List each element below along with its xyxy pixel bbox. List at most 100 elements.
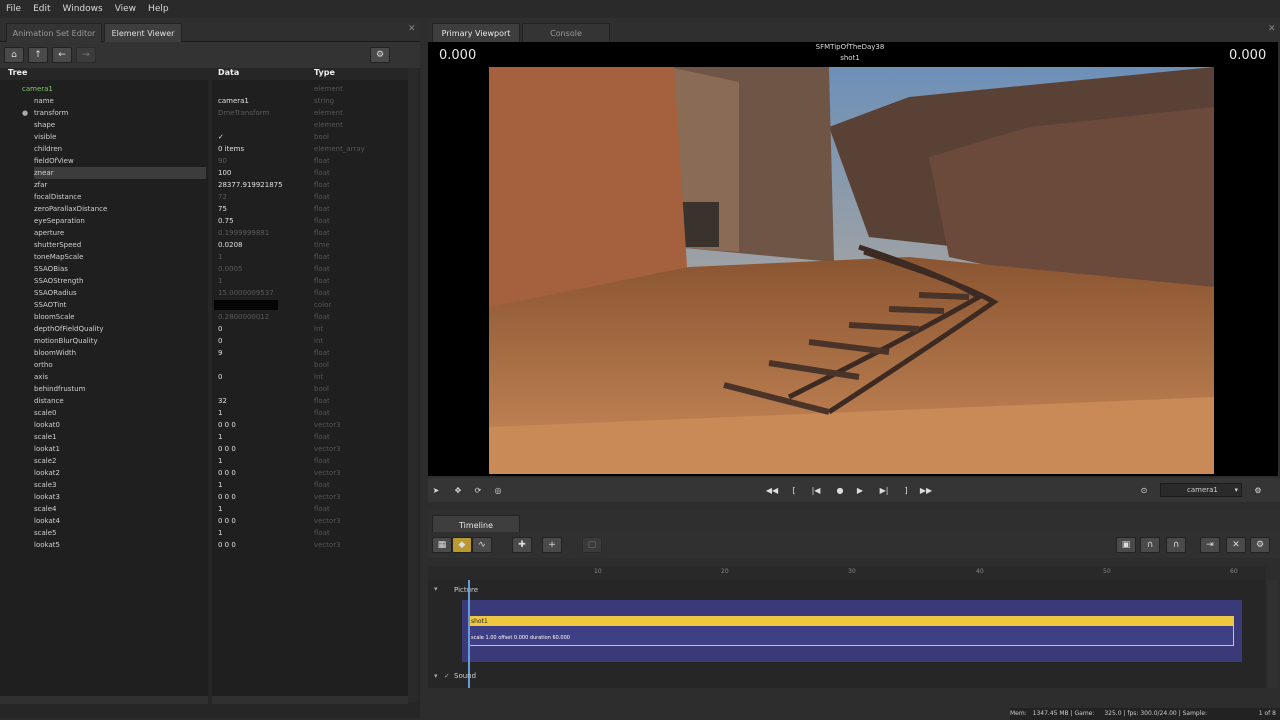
tree-row-zeroParallaxDistance[interactable]: zeroParallaxDistance xyxy=(34,203,206,215)
forward-icon[interactable]: → xyxy=(76,47,96,63)
vertical-scrollbar[interactable] xyxy=(408,68,418,702)
tree-row-lookat2[interactable]: lookat2 xyxy=(34,467,206,479)
lock-icon[interactable]: ▣ xyxy=(1116,537,1136,553)
data-cell[interactable]: 0 xyxy=(218,323,222,335)
tree-row-bloomWidth[interactable]: bloomWidth xyxy=(34,347,206,359)
col-header-type[interactable]: Type xyxy=(314,68,335,80)
target-tool-icon[interactable]: ◎ xyxy=(490,483,506,497)
tree-row-bloomScale[interactable]: bloomScale xyxy=(34,311,206,323)
tree-row-scale0[interactable]: scale0 xyxy=(34,407,206,419)
rewind-icon[interactable]: ◀◀ xyxy=(764,483,780,497)
tree-row-axis[interactable]: axis xyxy=(34,371,206,383)
tab-element-viewer[interactable]: Element Viewer xyxy=(104,23,182,42)
clip-editor-icon[interactable]: ▦ xyxy=(432,537,452,553)
tree-row-SSAOTint[interactable]: SSAOTint xyxy=(34,299,206,311)
data-cell[interactable]: 1 xyxy=(218,431,222,443)
menu-windows[interactable]: Windows xyxy=(57,4,109,14)
tree-row-SSAOStrength[interactable]: SSAOStrength xyxy=(34,275,206,287)
data-cell[interactable]: 0.2800000012 xyxy=(218,311,269,323)
tree-horizontal-scrollbar[interactable] xyxy=(0,696,208,704)
data-cell[interactable]: 0.0208 xyxy=(218,239,243,251)
collapse-icon[interactable]: ▾ xyxy=(434,585,438,593)
data-cell[interactable]: 15.0000009537 xyxy=(218,287,274,299)
disabled-icon[interactable]: ▢ xyxy=(582,537,602,553)
tab-primary-viewport[interactable]: Primary Viewport xyxy=(432,23,520,42)
plus-icon[interactable]: + xyxy=(542,537,562,553)
data-cell[interactable]: 0 0 0 xyxy=(218,491,236,503)
magnet-icon[interactable]: ∩ xyxy=(1140,537,1160,553)
data-cell[interactable]: 1 xyxy=(218,455,222,467)
data-cell[interactable]: 32 xyxy=(218,395,227,407)
tree-row-zfar[interactable]: zfar xyxy=(34,179,206,191)
shot-clip[interactable]: shot1 scale 1.00 offset 0.000 duration 6… xyxy=(468,616,1234,646)
close-icon[interactable]: ✕ xyxy=(1268,24,1276,34)
tree-row-depthOfFieldQuality[interactable]: depthOfFieldQuality xyxy=(34,323,206,335)
data-cell[interactable]: 75 xyxy=(218,203,227,215)
data-cell[interactable]: 0 0 0 xyxy=(218,443,236,455)
tree-row-scale3[interactable]: scale3 xyxy=(34,479,206,491)
add-icon[interactable]: ✚ xyxy=(512,537,532,553)
step-back-icon[interactable]: |◀ xyxy=(808,483,824,497)
menu-view[interactable]: View xyxy=(109,4,142,14)
step-forward-icon[interactable]: ▶| xyxy=(876,483,892,497)
tree-row-lookat4[interactable]: lookat4 xyxy=(34,515,206,527)
fast-forward-icon[interactable]: ▶▶ xyxy=(918,483,934,497)
data-cell[interactable]: 0 0 0 xyxy=(218,539,236,551)
data-cell[interactable]: 0.75 xyxy=(218,215,234,227)
home-icon[interactable]: ⌂ xyxy=(4,47,24,63)
expand-icon[interactable]: ● xyxy=(22,107,28,119)
tree-row-scale5[interactable]: scale5 xyxy=(34,527,206,539)
tree-row-lookat5[interactable]: lookat5 xyxy=(34,539,206,551)
gear-icon[interactable]: ⚙ xyxy=(370,47,390,63)
data-cell[interactable]: 72 xyxy=(218,191,227,203)
tree-row-aperture[interactable]: aperture xyxy=(34,227,206,239)
data-cell[interactable]: 0 xyxy=(218,335,222,347)
tab-console[interactable]: Console xyxy=(522,23,610,42)
data-cell[interactable]: 0.1999999881 xyxy=(218,227,269,239)
mute-icon[interactable]: ✕ xyxy=(1226,537,1246,553)
tab-animation-set-editor[interactable]: Animation Set Editor xyxy=(6,23,102,42)
tree-row-behindfrustum[interactable]: behindfrustum xyxy=(34,383,206,395)
menu-help[interactable]: Help xyxy=(142,4,175,14)
scene-render[interactable] xyxy=(489,67,1214,474)
camera-select[interactable]: camera1 ▾ xyxy=(1160,483,1242,497)
tree-row-lookat0[interactable]: lookat0 xyxy=(34,419,206,431)
tree-row-eyeSeparation[interactable]: eyeSeparation xyxy=(34,215,206,227)
gear-icon[interactable]: ⚙ xyxy=(1250,537,1270,553)
data-cell[interactable]: ✓ xyxy=(218,131,224,143)
move-tool-icon[interactable]: ✥ xyxy=(450,483,466,497)
record-icon[interactable]: ● xyxy=(832,483,848,497)
close-icon[interactable]: ✕ xyxy=(408,24,416,34)
play-icon[interactable]: ▶ xyxy=(852,483,868,497)
motion-editor-icon[interactable]: ◆ xyxy=(452,537,472,553)
timeline-ruler[interactable]: 10 20 30 40 50 60 xyxy=(428,566,1266,580)
snap-icon[interactable]: ∩ xyxy=(1166,537,1186,553)
up-icon[interactable]: ↑ xyxy=(28,47,48,63)
menu-edit[interactable]: Edit xyxy=(27,4,56,14)
tree-row-toneMapScale[interactable]: toneMapScale xyxy=(34,251,206,263)
data-cell[interactable]: 1 xyxy=(218,527,222,539)
data-cell[interactable]: 0 0 0 xyxy=(218,515,236,527)
mark-in-icon[interactable]: [ xyxy=(786,483,802,497)
viewport-settings-icon[interactable]: ⊙ xyxy=(1136,483,1152,497)
gear-icon[interactable]: ⚙ xyxy=(1250,483,1266,497)
tree-row-focalDistance[interactable]: focalDistance xyxy=(34,191,206,203)
tree-row-visible[interactable]: visible xyxy=(34,131,206,143)
tree-row-scale4[interactable]: scale4 xyxy=(34,503,206,515)
data-cell[interactable]: 28377.919921875 xyxy=(218,179,283,191)
data-cell[interactable]: 0 0 0 xyxy=(218,467,236,479)
tree-row-shutterSpeed[interactable]: shutterSpeed xyxy=(34,239,206,251)
timeline-vertical-scrollbar[interactable] xyxy=(1268,580,1278,688)
data-cell[interactable]: 100 xyxy=(218,167,231,179)
data-cell[interactable]: 0.0005 xyxy=(218,263,243,275)
mark-out-icon[interactable]: ] xyxy=(898,483,914,497)
color-swatch[interactable] xyxy=(214,300,278,310)
tree-row-ortho[interactable]: ortho xyxy=(34,359,206,371)
tree-row-lookat1[interactable]: lookat1 xyxy=(34,443,206,455)
col-header-tree[interactable]: Tree xyxy=(8,68,27,80)
check-icon[interactable]: ✓ xyxy=(444,672,450,680)
rotate-tool-icon[interactable]: ⟳ xyxy=(470,483,486,497)
jump-end-icon[interactable]: ⇥ xyxy=(1200,537,1220,553)
data-cell[interactable]: 0 xyxy=(218,371,222,383)
tree-row-SSAORadius[interactable]: SSAORadius xyxy=(34,287,206,299)
